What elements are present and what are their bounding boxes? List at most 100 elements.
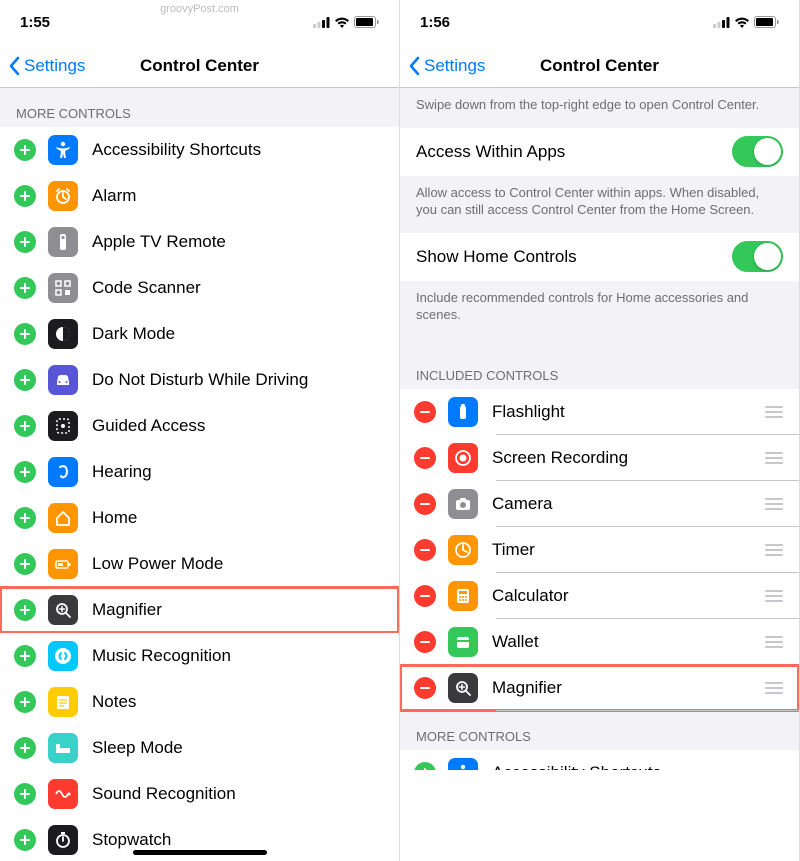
control-row-apple-tv-remote[interactable]: Apple TV Remote — [0, 219, 399, 265]
control-row-accessibility-shortcuts[interactable]: Accessibility Shortcuts — [400, 750, 799, 770]
stopwatch-icon — [48, 825, 78, 855]
remove-button[interactable] — [414, 493, 436, 515]
control-row-notes[interactable]: Notes — [0, 679, 399, 725]
reorder-handle[interactable] — [763, 406, 785, 418]
left-screenshot: groovyPost.com 1:55 Settings Control Cen… — [0, 0, 400, 861]
add-button[interactable] — [14, 415, 36, 437]
low-power-mode-icon — [48, 549, 78, 579]
control-label: Magnifier — [92, 600, 385, 620]
remove-button[interactable] — [414, 447, 436, 469]
reorder-handle[interactable] — [763, 498, 785, 510]
control-row-music-recognition[interactable]: Music Recognition — [0, 633, 399, 679]
home-controls-toggle[interactable] — [732, 241, 783, 272]
access-toggle[interactable] — [732, 136, 783, 167]
code-scanner-icon — [48, 273, 78, 303]
reorder-handle[interactable] — [763, 636, 785, 648]
guided-access-icon — [48, 411, 78, 441]
control-row-sleep-mode[interactable]: Sleep Mode — [0, 725, 399, 771]
add-button[interactable] — [14, 829, 36, 851]
status-time: 1:56 — [420, 14, 450, 31]
control-row-accessibility-shortcuts[interactable]: Accessibility Shortcuts — [0, 127, 399, 173]
home-controls-label: Show Home Controls — [416, 247, 732, 267]
nav-bar: Settings Control Center — [400, 44, 799, 88]
add-button[interactable] — [14, 461, 36, 483]
section-header-included: INCLUDED CONTROLS — [400, 362, 799, 389]
camera-icon — [448, 489, 478, 519]
control-label: Magnifier — [492, 678, 763, 698]
magnifier-icon — [48, 595, 78, 625]
control-row-dark-mode[interactable]: Dark Mode — [0, 311, 399, 357]
add-button[interactable] — [414, 762, 436, 770]
access-within-apps-row[interactable]: Access Within Apps — [400, 128, 799, 176]
reorder-handle[interactable] — [763, 452, 785, 464]
add-button[interactable] — [14, 783, 36, 805]
show-home-controls-row[interactable]: Show Home Controls — [400, 233, 799, 281]
back-button[interactable]: Settings — [0, 56, 85, 76]
control-row-alarm[interactable]: Alarm — [0, 173, 399, 219]
wallet-icon — [448, 627, 478, 657]
control-row-code-scanner[interactable]: Code Scanner — [0, 265, 399, 311]
control-row-guided-access[interactable]: Guided Access — [0, 403, 399, 449]
screen-recording-icon — [448, 443, 478, 473]
nav-bar: Settings Control Center — [0, 44, 399, 88]
control-row-dnd-driving[interactable]: Do Not Disturb While Driving — [0, 357, 399, 403]
add-button[interactable] — [14, 599, 36, 621]
control-row-calculator[interactable]: Calculator — [400, 573, 799, 619]
add-button[interactable] — [14, 185, 36, 207]
sound-recognition-icon — [48, 779, 78, 809]
remove-button[interactable] — [414, 631, 436, 653]
control-row-sound-recognition[interactable]: Sound Recognition — [0, 771, 399, 817]
control-label: Wallet — [492, 632, 763, 652]
add-button[interactable] — [14, 553, 36, 575]
remove-button[interactable] — [414, 539, 436, 561]
add-button[interactable] — [14, 737, 36, 759]
control-label: Camera — [492, 494, 763, 514]
reorder-handle[interactable] — [763, 544, 785, 556]
hearing-icon — [48, 457, 78, 487]
add-button[interactable] — [14, 139, 36, 161]
add-button[interactable] — [14, 369, 36, 391]
control-label: Calculator — [492, 586, 763, 606]
control-label: Do Not Disturb While Driving — [92, 370, 385, 390]
add-button[interactable] — [14, 231, 36, 253]
control-label: Sound Recognition — [92, 784, 385, 804]
add-button[interactable] — [14, 691, 36, 713]
remove-button[interactable] — [414, 585, 436, 607]
control-row-timer[interactable]: Timer — [400, 527, 799, 573]
signal-icon — [713, 17, 730, 28]
control-label: Hearing — [92, 462, 385, 482]
control-row-screen-recording[interactable]: Screen Recording — [400, 435, 799, 481]
apple-tv-remote-icon — [48, 227, 78, 257]
reorder-handle[interactable] — [763, 682, 785, 694]
control-row-flashlight[interactable]: Flashlight — [400, 389, 799, 435]
home-description: Include recommended controls for Home ac… — [400, 281, 799, 338]
remove-button[interactable] — [414, 401, 436, 423]
control-label: Alarm — [92, 186, 385, 206]
reorder-handle[interactable] — [763, 590, 785, 602]
sleep-mode-icon — [48, 733, 78, 763]
control-label: Notes — [92, 692, 385, 712]
control-row-hearing[interactable]: Hearing — [0, 449, 399, 495]
remove-button[interactable] — [414, 677, 436, 699]
back-button[interactable]: Settings — [400, 56, 485, 76]
control-label: Apple TV Remote — [92, 232, 385, 252]
add-button[interactable] — [14, 645, 36, 667]
control-label: Stopwatch — [92, 830, 385, 850]
add-button[interactable] — [14, 507, 36, 529]
watermark: groovyPost.com — [160, 3, 239, 15]
control-label: Flashlight — [492, 402, 763, 422]
control-label: Dark Mode — [92, 324, 385, 344]
control-row-wallet[interactable]: Wallet — [400, 619, 799, 665]
control-row-home[interactable]: Home — [0, 495, 399, 541]
control-row-low-power-mode[interactable]: Low Power Mode — [0, 541, 399, 587]
add-button[interactable] — [14, 277, 36, 299]
control-label: Guided Access — [92, 416, 385, 436]
control-row-magnifier[interactable]: Magnifier — [400, 665, 799, 711]
control-row-camera[interactable]: Camera — [400, 481, 799, 527]
control-label: Timer — [492, 540, 763, 560]
control-row-magnifier[interactable]: Magnifier — [0, 587, 399, 633]
dark-mode-icon — [48, 319, 78, 349]
add-button[interactable] — [14, 323, 36, 345]
control-label: Accessibility Shortcuts — [492, 763, 785, 770]
wifi-icon — [334, 16, 350, 28]
